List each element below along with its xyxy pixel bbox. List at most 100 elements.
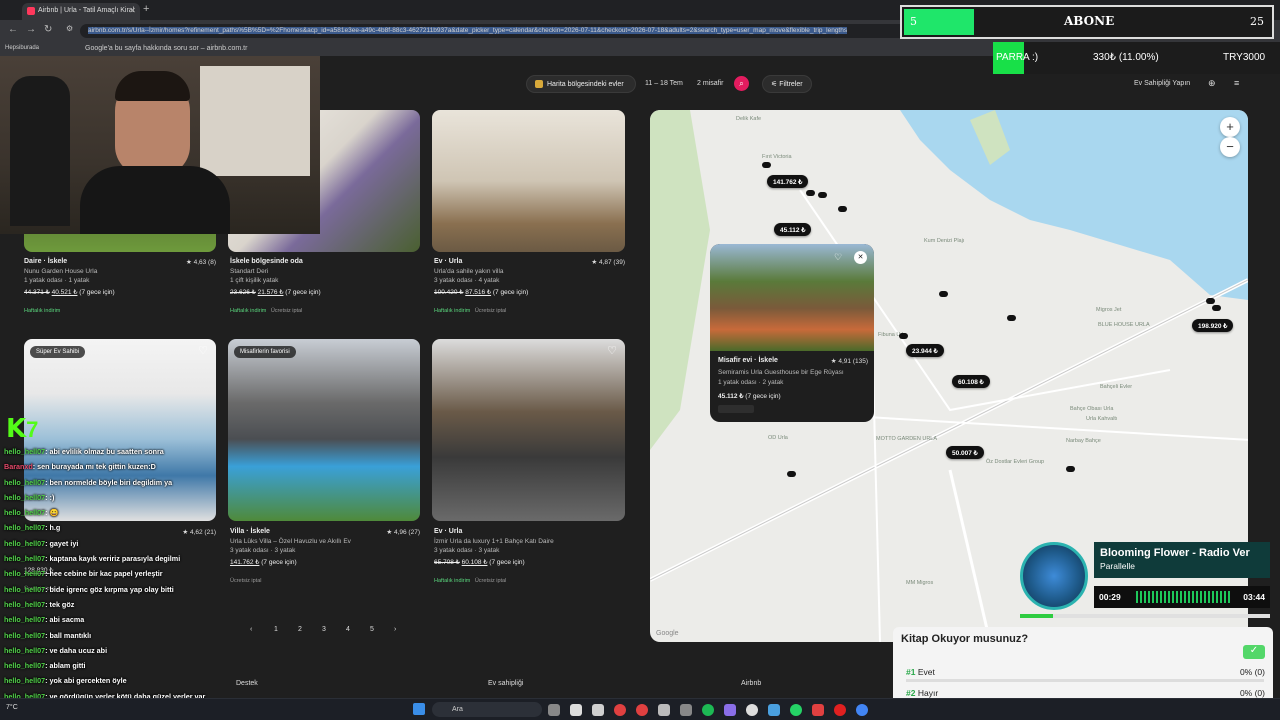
map-dot-pin[interactable] bbox=[1007, 315, 1016, 321]
popup-image[interactable] bbox=[710, 244, 874, 351]
listing-image[interactable]: ♡ bbox=[432, 339, 625, 521]
app-icon[interactable] bbox=[658, 704, 670, 716]
app-icon[interactable] bbox=[680, 704, 692, 716]
chrome-icon[interactable] bbox=[856, 704, 868, 716]
host-link[interactable]: Ev Sahipliği Yapın bbox=[1134, 80, 1190, 87]
price-note: (7 gece için) bbox=[492, 289, 529, 296]
app-icon[interactable] bbox=[592, 704, 604, 716]
map-dot-pin[interactable] bbox=[806, 190, 815, 196]
map-dot-pin[interactable] bbox=[899, 333, 908, 339]
place-label: Fırıt Victoria bbox=[762, 154, 792, 160]
listing-image[interactable] bbox=[432, 110, 625, 252]
chat-text: : gayet iyi bbox=[45, 538, 79, 548]
heart-icon[interactable]: ♡ bbox=[607, 344, 617, 357]
close-tab-icon[interactable]: ✕ bbox=[129, 6, 136, 15]
page-link[interactable]: 3 bbox=[322, 626, 326, 633]
zoom-out-button[interactable]: − bbox=[1220, 137, 1240, 157]
task-view-icon[interactable] bbox=[548, 704, 560, 716]
map-price-pin[interactable]: 45.112 ₺ bbox=[774, 223, 812, 236]
footer-hosting: Ev sahipliği bbox=[488, 680, 524, 687]
reload-icon[interactable]: ↻ bbox=[44, 24, 52, 35]
app-icon[interactable] bbox=[570, 704, 582, 716]
bookmark-hepsiburada[interactable]: Hepsiburada bbox=[5, 45, 39, 51]
app-icon[interactable] bbox=[636, 704, 648, 716]
price-note: (7 gece için) bbox=[489, 559, 525, 566]
new-tab-icon[interactable]: + bbox=[143, 3, 149, 15]
map-price-pin[interactable]: 60.108 ₺ bbox=[952, 375, 990, 388]
filters-button[interactable]: ⚟ Filtreler bbox=[762, 75, 812, 93]
close-icon[interactable]: ✕ bbox=[854, 251, 867, 264]
chat-text: : tek göz bbox=[45, 599, 75, 609]
app-icon[interactable] bbox=[614, 704, 626, 716]
app-icon[interactable] bbox=[724, 704, 736, 716]
browser-tab[interactable]: Airbnb | Urla - Tatil Amaçlı Kiral ✕ bbox=[22, 3, 140, 20]
map-price-pin[interactable]: 23.944 ₺ bbox=[906, 344, 944, 357]
spotify-icon[interactable] bbox=[702, 704, 714, 716]
filters-label: Filtreler bbox=[779, 81, 803, 88]
player-bar: 00:29 03:44 bbox=[1094, 586, 1270, 608]
page-link[interactable]: 5 bbox=[370, 626, 374, 633]
chat-username: hello_hell07 bbox=[4, 630, 46, 640]
map-dot-pin[interactable] bbox=[939, 291, 948, 297]
windows-start-icon[interactable] bbox=[413, 703, 425, 715]
chat-username: hello_hell07 bbox=[4, 508, 46, 518]
menu-icon[interactable]: ≡ bbox=[1234, 78, 1239, 88]
old-price: 65.708 ₺ bbox=[434, 559, 460, 566]
chat-message: hello_hell07: ablam gitti bbox=[4, 661, 304, 676]
app-icon[interactable] bbox=[746, 704, 758, 716]
price: 87.516 ₺ bbox=[465, 289, 492, 296]
guests-filter[interactable]: 2 misafir bbox=[697, 80, 723, 87]
footer-airbnb: Airbnb bbox=[741, 680, 762, 687]
map-price-pin[interactable]: 50.007 ₺ bbox=[946, 446, 984, 459]
chat-overlay: hello_hell07: abi evlilik olmaz bu saatt… bbox=[4, 447, 304, 707]
listing-card[interactable]: İskele bölgesinde oda Standart Deri 1 çi… bbox=[230, 258, 420, 317]
listing-card[interactable]: Daire · İskele ★ 4,63 (8) Nunu Garden Ho… bbox=[24, 258, 216, 317]
site-info-icon[interactable]: ⚙ bbox=[66, 24, 73, 33]
price: 60.108 ₺ bbox=[461, 559, 488, 566]
map-price-pin[interactable]: 141.762 ₺ bbox=[767, 175, 809, 188]
total-time: 03:44 bbox=[1243, 592, 1265, 602]
map-dot-pin[interactable] bbox=[1066, 466, 1075, 472]
chat-message: hello_hell07: abi evlilik olmaz bu saatt… bbox=[4, 447, 304, 462]
map-dot-pin[interactable] bbox=[838, 206, 847, 212]
ask-google-bookmark[interactable]: Google'a bu sayfa hakkında soru sor – ai… bbox=[85, 45, 247, 52]
map-dot-pin[interactable] bbox=[818, 192, 827, 198]
whatsapp-icon[interactable] bbox=[790, 704, 802, 716]
forward-icon[interactable]: → bbox=[26, 24, 36, 35]
map-area-label: Harita bölgesindeki evler bbox=[547, 80, 624, 88]
listing-card[interactable]: Ev · Urla İzmir Urla da luxury 1+1 Bahçe… bbox=[434, 528, 625, 587]
map-price-pin[interactable]: 198.920 ₺ bbox=[1192, 319, 1234, 332]
next-page-icon[interactable]: › bbox=[394, 626, 396, 633]
dates-filter[interactable]: 11 – 18 Tem bbox=[645, 80, 683, 87]
map-dot-pin[interactable] bbox=[1206, 298, 1215, 304]
map-listing-popup[interactable]: ♡ ✕ Misafir evi · İskele ★ 4,91 (135) Se… bbox=[710, 244, 874, 422]
back-icon[interactable]: ← bbox=[8, 24, 18, 35]
url-input[interactable]: airbnb.com.tr/s/Urla--İzmir/homes?refine… bbox=[80, 24, 995, 38]
page-link[interactable]: 4 bbox=[346, 626, 350, 633]
app-icon[interactable] bbox=[768, 704, 780, 716]
listing-rooms: 3 yatak odası · 4 yatak bbox=[434, 277, 500, 284]
redacted-box bbox=[718, 405, 754, 413]
price-note: (7 gece için) bbox=[285, 289, 321, 296]
waveform bbox=[1136, 591, 1231, 603]
listing-desc: Urla'da sahile yakın villa bbox=[434, 268, 504, 275]
album-art bbox=[1020, 542, 1088, 610]
song-progress-fill bbox=[1020, 614, 1053, 618]
listing-card[interactable]: Ev · Urla ★ 4,87 (39) Urla'da sahile yak… bbox=[434, 258, 625, 317]
globe-icon[interactable]: ⊕ bbox=[1208, 78, 1216, 89]
song-progress-track bbox=[1020, 614, 1270, 618]
heart-icon[interactable]: ♡ bbox=[198, 344, 208, 357]
zoom-in-button[interactable]: + bbox=[1220, 117, 1240, 137]
shelf bbox=[200, 66, 310, 176]
chat-username: hello_hell07 bbox=[4, 661, 46, 671]
map-dot-pin[interactable] bbox=[1212, 305, 1221, 311]
map-dot-pin[interactable] bbox=[787, 471, 796, 477]
app-icon[interactable] bbox=[812, 704, 824, 716]
map-dot-pin[interactable] bbox=[762, 162, 771, 168]
listing-desc: Nunu Garden House Urla bbox=[24, 268, 98, 275]
search-icon[interactable]: ⌕ bbox=[734, 76, 749, 91]
taskbar-search[interactable]: Ara bbox=[432, 702, 542, 717]
heart-icon[interactable]: ♡ bbox=[834, 252, 842, 263]
map-area-pill[interactable]: Harita bölgesindeki evler bbox=[526, 75, 636, 93]
opera-icon[interactable] bbox=[834, 704, 846, 716]
